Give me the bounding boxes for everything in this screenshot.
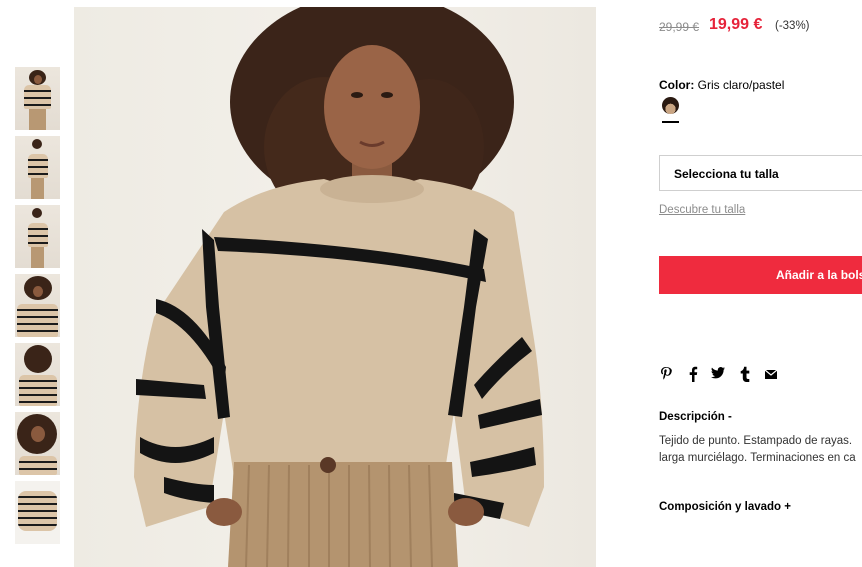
add-to-bag-button[interactable]: Añadir a la bolsa	[659, 256, 862, 294]
swatch-selected-indicator	[662, 121, 679, 123]
description-toggle[interactable]: Descripción -	[659, 411, 732, 423]
sale-price: 19,99 €	[709, 16, 763, 33]
thumbnail-3[interactable]	[15, 205, 60, 268]
twitter-icon[interactable]	[711, 366, 725, 382]
color-value: Gris claro/pastel	[697, 78, 785, 92]
tumblr-icon[interactable]	[738, 366, 752, 382]
size-select-dropdown[interactable]: Selecciona tu talla	[659, 155, 862, 191]
description-text: Tejido de punto. Estampado de rayas. lar…	[659, 433, 862, 467]
composition-toggle[interactable]: Composición y lavado +	[659, 501, 791, 513]
color-swatch-selected[interactable]	[662, 97, 679, 114]
product-main-image[interactable]	[74, 7, 596, 567]
old-price: 29,99 €	[659, 20, 700, 34]
description-line: Tejido de punto. Estampado de rayas.	[659, 435, 853, 447]
model-illustration	[134, 7, 544, 567]
thumbnail-4[interactable]	[15, 274, 60, 337]
thumbnail-1[interactable]	[15, 67, 60, 130]
color-info: Color: Gris claro/pastel	[659, 78, 784, 92]
thumbnail-7[interactable]	[15, 481, 60, 544]
description-line: larga murciélago. Terminaciones en ca	[659, 452, 856, 464]
thumbnail-6[interactable]	[15, 412, 60, 475]
size-guide-link[interactable]: Descubre tu talla	[659, 204, 745, 216]
email-icon[interactable]	[764, 366, 778, 382]
pinterest-icon[interactable]	[659, 366, 673, 382]
thumbnail-5[interactable]	[15, 343, 60, 406]
color-label: Color:	[659, 78, 695, 92]
facebook-icon[interactable]	[686, 366, 700, 382]
discount-badge: (-33%)	[775, 20, 810, 32]
thumbnail-2[interactable]	[15, 136, 60, 199]
